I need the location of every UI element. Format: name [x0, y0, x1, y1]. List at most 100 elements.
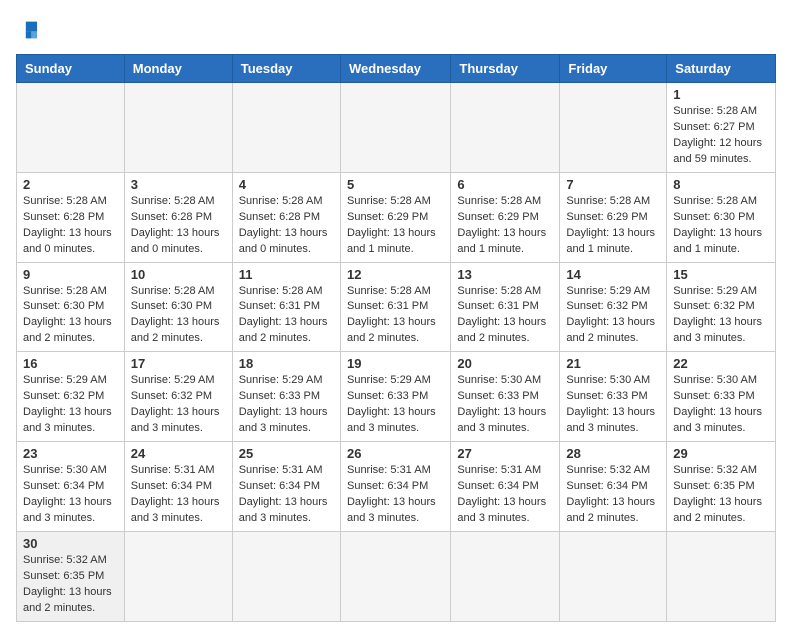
day-number: 4 — [239, 177, 334, 192]
day-info: Sunrise: 5:32 AM Sunset: 6:35 PM Dayligh… — [673, 463, 769, 527]
day-number: 26 — [347, 446, 444, 461]
calendar-cell — [451, 83, 560, 173]
calendar-cell: 25Sunrise: 5:31 AM Sunset: 6:34 PM Dayli… — [232, 442, 340, 532]
calendar-cell: 20 Sunrise: 5:30 AM Sunset: 6:33 PM Dayli… — [451, 352, 560, 442]
week-row-4: 16 Sunrise: 5:29 AM Sunset: 6:32 PM Dayli… — [17, 352, 776, 442]
day-number: 1 — [673, 87, 769, 102]
calendar-cell: 6 Sunrise: 5:28 AM Sunset: 6:29 PM Daylig… — [451, 172, 560, 262]
weekday-header-thursday: Thursday — [451, 55, 560, 83]
calendar-cell: 19 Sunrise: 5:29 AM Sunset: 6:33 PM Dayli… — [340, 352, 450, 442]
day-number: 19 — [347, 356, 444, 371]
calendar-cell: 4 Sunrise: 5:28 AM Sunset: 6:28 PM Daylig… — [232, 172, 340, 262]
day-number: 3 — [131, 177, 226, 192]
day-number: 25 — [239, 446, 334, 461]
weekday-header-row: SundayMondayTuesdayWednesdayThursdayFrid… — [17, 55, 776, 83]
logo-icon — [16, 16, 44, 44]
calendar-cell — [232, 83, 340, 173]
day-info: Sunrise: 5:28 AM Sunset: 6:31 PM Dayligh… — [239, 284, 334, 348]
day-info: Sunrise: 5:29 AM Sunset: 6:32 PM Dayligh… — [23, 373, 118, 437]
day-number: 5 — [347, 177, 444, 192]
calendar-cell — [340, 531, 450, 621]
calendar-cell — [17, 83, 125, 173]
calendar-cell: 17 Sunrise: 5:29 AM Sunset: 6:32 PM Dayli… — [124, 352, 232, 442]
day-number: 22 — [673, 356, 769, 371]
calendar-cell: 26 Sunrise: 5:31 AM Sunset: 6:34 PM Dayli… — [340, 442, 450, 532]
day-number: 27 — [457, 446, 553, 461]
day-info: Sunrise: 5:29 AM Sunset: 6:33 PM Dayligh… — [239, 373, 334, 437]
day-info: Sunrise: 5:29 AM Sunset: 6:32 PM Dayligh… — [131, 373, 226, 437]
calendar-cell: 2 Sunrise: 5:28 AM Sunset: 6:28 PM Daylig… — [17, 172, 125, 262]
calendar-cell — [451, 531, 560, 621]
calendar-cell: 27Sunrise: 5:31 AM Sunset: 6:34 PM Dayli… — [451, 442, 560, 532]
weekday-header-friday: Friday — [560, 55, 667, 83]
logo — [16, 16, 48, 44]
day-info: Sunrise: 5:29 AM Sunset: 6:32 PM Dayligh… — [673, 284, 769, 348]
day-number: 18 — [239, 356, 334, 371]
day-info: Sunrise: 5:29 AM Sunset: 6:33 PM Dayligh… — [347, 373, 444, 437]
day-info: Sunrise: 5:28 AM Sunset: 6:30 PM Dayligh… — [131, 284, 226, 348]
day-number: 14 — [566, 267, 660, 282]
day-info: Sunrise: 5:28 AM Sunset: 6:29 PM Dayligh… — [347, 194, 444, 258]
day-number: 21 — [566, 356, 660, 371]
day-number: 23 — [23, 446, 118, 461]
calendar-cell: 12 Sunrise: 5:28 AM Sunset: 6:31 PM Dayli… — [340, 262, 450, 352]
calendar-table: SundayMondayTuesdayWednesdayThursdayFrid… — [16, 54, 776, 622]
day-info: Sunrise: 5:28 AM Sunset: 6:30 PM Dayligh… — [673, 194, 769, 258]
calendar-cell: 7Sunrise: 5:28 AM Sunset: 6:29 PM Daylig… — [560, 172, 667, 262]
calendar-cell: 3Sunrise: 5:28 AM Sunset: 6:28 PM Daylig… — [124, 172, 232, 262]
calendar-cell: 9 Sunrise: 5:28 AM Sunset: 6:30 PM Daylig… — [17, 262, 125, 352]
calendar-cell — [124, 83, 232, 173]
calendar-cell: 22 Sunrise: 5:30 AM Sunset: 6:33 PM Dayli… — [667, 352, 776, 442]
day-number: 2 — [23, 177, 118, 192]
day-info: Sunrise: 5:32 AM Sunset: 6:35 PM Dayligh… — [23, 553, 118, 617]
day-number: 6 — [457, 177, 553, 192]
calendar-cell: 30 Sunrise: 5:32 AM Sunset: 6:35 PM Dayli… — [17, 531, 125, 621]
day-number: 9 — [23, 267, 118, 282]
day-number: 30 — [23, 536, 118, 551]
weekday-header-sunday: Sunday — [17, 55, 125, 83]
day-info: Sunrise: 5:28 AM Sunset: 6:31 PM Dayligh… — [457, 284, 553, 348]
day-info: Sunrise: 5:28 AM Sunset: 6:30 PM Dayligh… — [23, 284, 118, 348]
day-info: Sunrise: 5:28 AM Sunset: 6:28 PM Dayligh… — [23, 194, 118, 258]
week-row-6: 30 Sunrise: 5:32 AM Sunset: 6:35 PM Dayli… — [17, 531, 776, 621]
day-info: Sunrise: 5:32 AM Sunset: 6:34 PM Dayligh… — [566, 463, 660, 527]
calendar-cell — [560, 531, 667, 621]
calendar-cell: 23Sunrise: 5:30 AM Sunset: 6:34 PM Dayli… — [17, 442, 125, 532]
day-number: 11 — [239, 267, 334, 282]
calendar-cell: 10Sunrise: 5:28 AM Sunset: 6:30 PM Dayli… — [124, 262, 232, 352]
calendar-cell — [232, 531, 340, 621]
calendar-cell: 1Sunrise: 5:28 AM Sunset: 6:27 PM Daylig… — [667, 83, 776, 173]
day-number: 15 — [673, 267, 769, 282]
week-row-5: 23Sunrise: 5:30 AM Sunset: 6:34 PM Dayli… — [17, 442, 776, 532]
calendar-cell — [667, 531, 776, 621]
calendar-cell: 5 Sunrise: 5:28 AM Sunset: 6:29 PM Daylig… — [340, 172, 450, 262]
calendar-cell: 16 Sunrise: 5:29 AM Sunset: 6:32 PM Dayli… — [17, 352, 125, 442]
week-row-2: 2 Sunrise: 5:28 AM Sunset: 6:28 PM Daylig… — [17, 172, 776, 262]
weekday-header-monday: Monday — [124, 55, 232, 83]
day-number: 20 — [457, 356, 553, 371]
week-row-3: 9 Sunrise: 5:28 AM Sunset: 6:30 PM Daylig… — [17, 262, 776, 352]
day-info: Sunrise: 5:31 AM Sunset: 6:34 PM Dayligh… — [347, 463, 444, 527]
calendar-cell — [560, 83, 667, 173]
day-number: 16 — [23, 356, 118, 371]
weekday-header-wednesday: Wednesday — [340, 55, 450, 83]
day-info: Sunrise: 5:28 AM Sunset: 6:29 PM Dayligh… — [457, 194, 553, 258]
day-info: Sunrise: 5:29 AM Sunset: 6:32 PM Dayligh… — [566, 284, 660, 348]
calendar-cell: 11 Sunrise: 5:28 AM Sunset: 6:31 PM Dayli… — [232, 262, 340, 352]
day-number: 24 — [131, 446, 226, 461]
calendar-cell: 13Sunrise: 5:28 AM Sunset: 6:31 PM Dayli… — [451, 262, 560, 352]
day-info: Sunrise: 5:30 AM Sunset: 6:33 PM Dayligh… — [673, 373, 769, 437]
day-info: Sunrise: 5:30 AM Sunset: 6:33 PM Dayligh… — [457, 373, 553, 437]
day-info: Sunrise: 5:28 AM Sunset: 6:31 PM Dayligh… — [347, 284, 444, 348]
day-number: 28 — [566, 446, 660, 461]
day-number: 29 — [673, 446, 769, 461]
day-info: Sunrise: 5:28 AM Sunset: 6:29 PM Dayligh… — [566, 194, 660, 258]
day-number: 12 — [347, 267, 444, 282]
calendar-cell: 28 Sunrise: 5:32 AM Sunset: 6:34 PM Dayli… — [560, 442, 667, 532]
day-info: Sunrise: 5:28 AM Sunset: 6:28 PM Dayligh… — [239, 194, 334, 258]
week-row-1: 1Sunrise: 5:28 AM Sunset: 6:27 PM Daylig… — [17, 83, 776, 173]
calendar-cell: 24Sunrise: 5:31 AM Sunset: 6:34 PM Dayli… — [124, 442, 232, 532]
weekday-header-saturday: Saturday — [667, 55, 776, 83]
calendar-cell — [340, 83, 450, 173]
day-number: 17 — [131, 356, 226, 371]
